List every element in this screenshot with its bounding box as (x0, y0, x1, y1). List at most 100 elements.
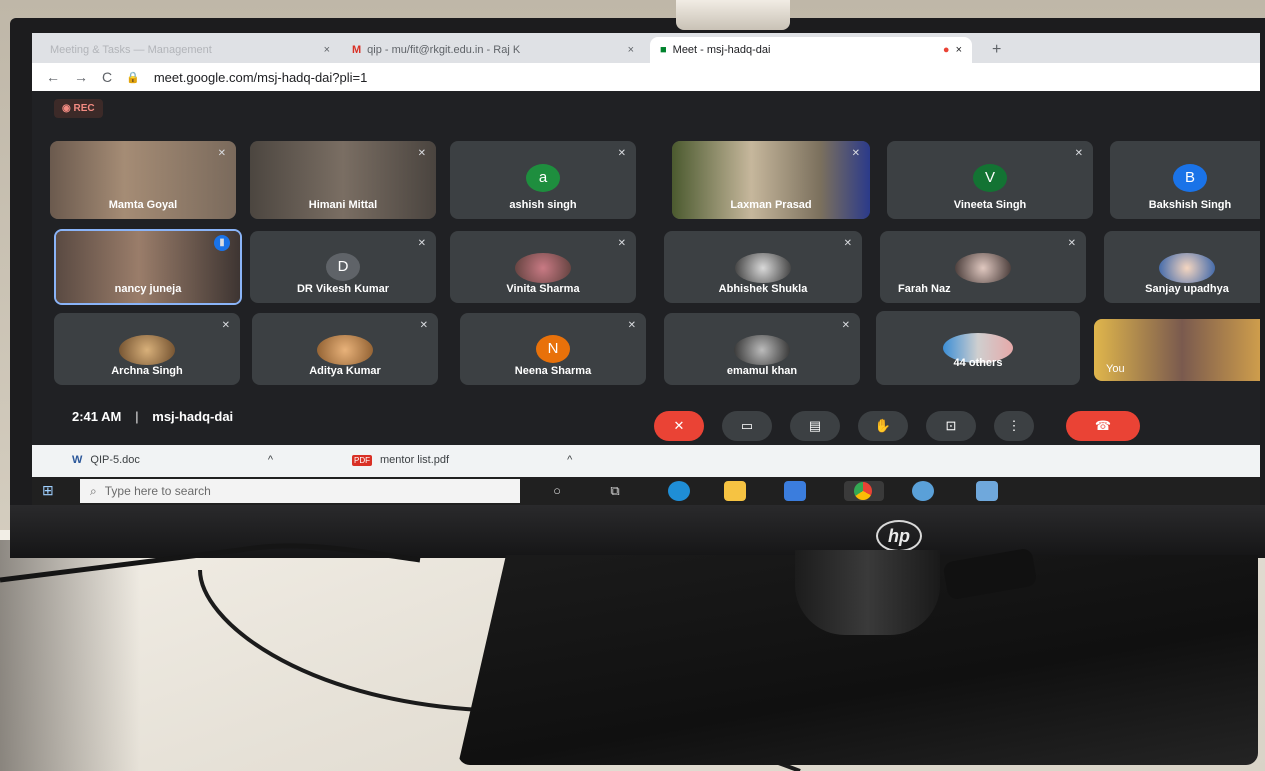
chrome-icon (854, 482, 872, 500)
hand-icon: ✋ (874, 418, 892, 433)
address-bar: ← → C 🔒 meet.google.com/msj-hadq-dai?pli… (32, 63, 1260, 91)
back-arrow-icon[interactable]: ← (46, 69, 60, 85)
recording-badge: ◉ REC (54, 99, 103, 118)
tab-2[interactable]: M qip - mu/fit@rkgit.edu.in - Raj K × (342, 37, 644, 63)
webcam-clip (676, 0, 790, 30)
meet-stage: ◉ REC ✕ Mamta Goyal ✕ Himani Mittal a ✕ … (32, 91, 1260, 445)
present-button[interactable]: ⊡ (926, 411, 976, 441)
file-explorer-icon[interactable] (724, 481, 746, 501)
captions-button[interactable]: ▤ (790, 411, 840, 441)
gmail-icon: M (352, 44, 362, 56)
participant-name: nancy juneja (114, 283, 182, 295)
participant-tile[interactable]: V ✕ Vineeta Singh (887, 141, 1093, 219)
tab-3[interactable]: ■ Meet - msj-hadq-dai ● × (650, 37, 972, 63)
participant-tile[interactable]: ✕ Vinita Sharma (450, 231, 636, 303)
browser-tab-bar: Meeting & Tasks — Management × M qip - m… (32, 33, 1260, 63)
avatar-photo (735, 252, 791, 283)
participant-name: Neena Sharma (514, 365, 592, 377)
muted-mic-icon: ✕ (841, 320, 850, 331)
hangup-icon: ☎ (1094, 418, 1112, 433)
store-icon[interactable] (784, 481, 806, 501)
app-icon[interactable] (912, 481, 934, 501)
meeting-time: 2:41 AM (72, 409, 122, 424)
others-tile[interactable]: 44 others (876, 311, 1080, 385)
tab-1[interactable]: Meeting & Tasks — Management × (40, 37, 340, 63)
participant-tile[interactable]: ✕ Aditya Kumar (252, 313, 438, 385)
participant-tile[interactable]: ✕ Himani Mittal (250, 141, 436, 219)
url-text[interactable]: meet.google.com/msj-hadq-dai?pli=1 (154, 70, 368, 85)
more-options-button[interactable]: ⋮ (994, 411, 1034, 441)
camera-toggle-button[interactable]: ▭ (722, 411, 772, 441)
muted-mic-icon: ✕ (851, 148, 860, 159)
captions-icon: ▤ (808, 418, 822, 433)
new-tab-button[interactable]: + (982, 37, 1022, 63)
chevron-up-icon[interactable]: ^ (567, 454, 572, 466)
muted-mic-icon: ✕ (417, 148, 426, 159)
avatar-photo (317, 334, 373, 365)
search-placeholder: Type here to search (104, 484, 211, 498)
muted-mic-icon: ✕ (1074, 148, 1083, 159)
forward-arrow-icon[interactable]: → (74, 69, 88, 85)
chevron-up-icon[interactable]: ^ (268, 454, 273, 466)
muted-mic-icon: ✕ (417, 238, 426, 249)
participant-name: Farah Naz (898, 283, 951, 295)
participant-tile[interactable]: ✕ Archna Singh (54, 313, 240, 385)
participant-tile[interactable]: ✕ emamul khan (664, 313, 860, 385)
mic-toggle-button[interactable]: ✕ (654, 411, 704, 441)
muted-mic-icon: ✕ (617, 148, 626, 159)
participant-name: You (1106, 363, 1125, 375)
close-icon[interactable]: × (324, 44, 330, 56)
chrome-taskbar-button[interactable] (844, 481, 884, 501)
avatar: N (536, 334, 570, 363)
avatar-photo (1159, 252, 1215, 283)
muted-mic-icon: ✕ (217, 148, 226, 159)
close-icon[interactable]: × (956, 44, 962, 56)
edge-icon[interactable] (668, 481, 690, 501)
muted-mic-icon: ✕ (419, 320, 428, 331)
meeting-info: 2:41 AM | msj-hadq-dai (72, 409, 233, 424)
task-view-icon[interactable]: ⧉ (604, 481, 626, 501)
participant-tile[interactable]: D ✕ DR Vikesh Kumar (250, 231, 436, 303)
tab-1-label: Meeting & Tasks — Management (50, 44, 212, 56)
camera-icon: ▭ (740, 418, 754, 433)
download-item[interactable]: W QIP-5.doc ^ (72, 454, 273, 466)
download-label: mentor list.pdf (380, 454, 450, 466)
participant-tile[interactable]: N ✕ Neena Sharma (460, 313, 646, 385)
participant-tile-speaking[interactable]: ▮ nancy juneja (54, 229, 242, 305)
participant-name: ashish singh (509, 199, 577, 211)
muted-mic-icon: ✕ (843, 238, 852, 249)
cortana-icon[interactable]: ○ (546, 481, 568, 501)
close-icon[interactable]: × (628, 44, 634, 56)
participant-tile[interactable]: a ✕ ashish singh (450, 141, 636, 219)
taskbar-search-box[interactable]: ⌕ Type here to search (80, 479, 520, 503)
muted-mic-icon: ✕ (1067, 238, 1076, 249)
participant-tile[interactable]: ✕ Abhishek Shukla (664, 231, 862, 303)
avatar-photo (119, 334, 175, 365)
leave-call-button[interactable]: ☎ (1066, 411, 1140, 441)
windows-start-icon[interactable]: ⊞ (42, 482, 58, 498)
participant-name: Vineeta Singh (953, 199, 1027, 211)
app-window-icon[interactable] (976, 481, 998, 501)
tab-3-label: Meet - msj-hadq-dai (672, 44, 771, 56)
avatar-photo (955, 252, 1011, 283)
muted-mic-icon: ✕ (617, 238, 626, 249)
participant-tile[interactable]: ✕ Laxman Prasad (672, 141, 870, 219)
reload-icon[interactable]: C (102, 69, 112, 85)
speaking-indicator-icon: ▮ (214, 235, 230, 251)
muted-mic-icon: ✕ (627, 320, 636, 331)
self-view-tile[interactable]: You (1094, 319, 1260, 381)
participant-tile[interactable]: Sanjay upadhya (1104, 231, 1260, 303)
avatar: a (526, 164, 560, 193)
mic-off-icon: ✕ (673, 418, 685, 433)
avatar: V (973, 164, 1007, 193)
participant-tile[interactable]: B Bakshish Singh (1110, 141, 1260, 219)
meeting-code: msj-hadq-dai (152, 409, 234, 424)
downloads-bar: W QIP-5.doc ^ PDF mentor list.pdf ^ (32, 445, 1260, 477)
monitor-screen: Meeting & Tasks — Management × M qip - m… (32, 33, 1260, 505)
participant-tile[interactable]: ✕ Farah Naz (880, 231, 1086, 303)
avatar: B (1173, 164, 1207, 193)
raise-hand-button[interactable]: ✋ (858, 411, 908, 441)
participant-tile[interactable]: ✕ Mamta Goyal (50, 141, 236, 219)
participant-name: Aditya Kumar (309, 365, 381, 377)
download-item[interactable]: PDF mentor list.pdf ^ (352, 454, 572, 466)
